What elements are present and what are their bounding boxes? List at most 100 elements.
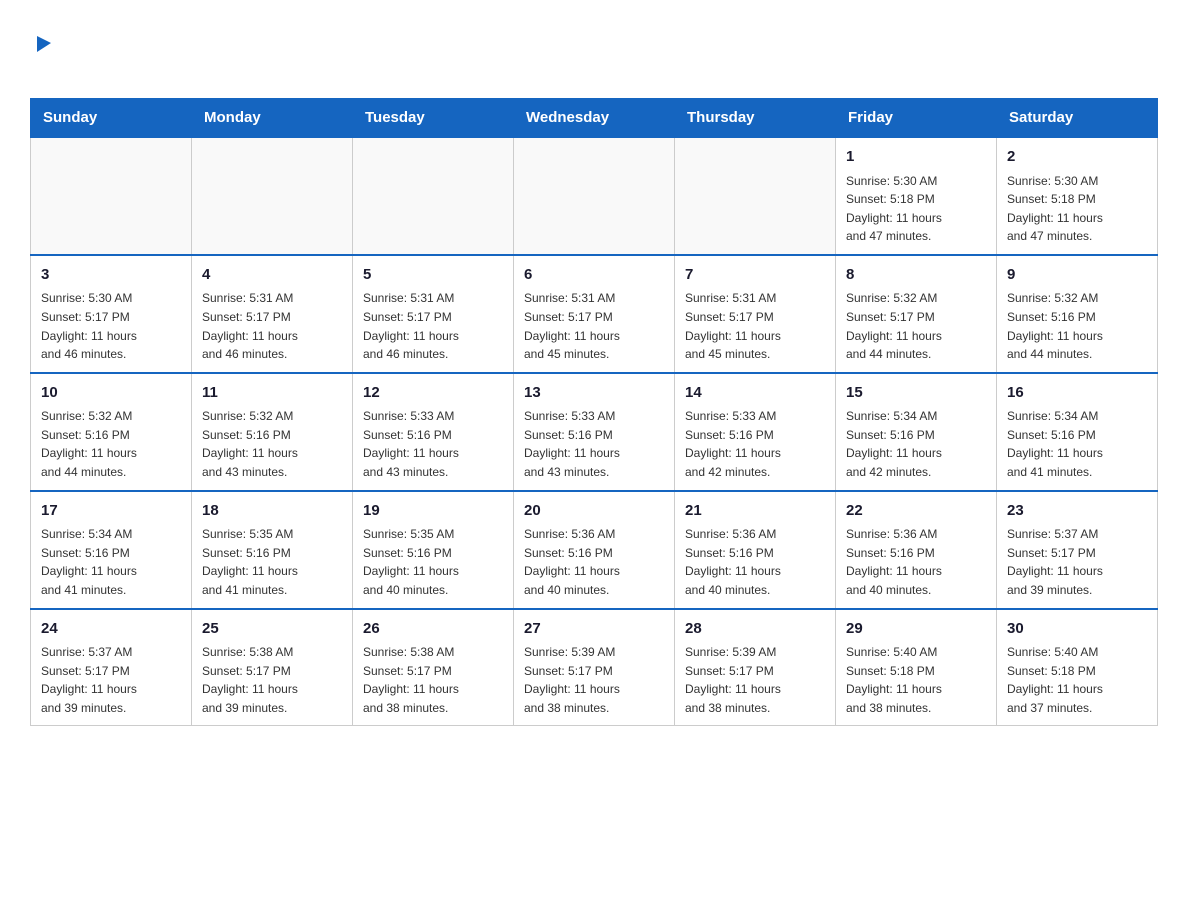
- calendar-header-tuesday: Tuesday: [353, 99, 514, 138]
- calendar-cell: 24Sunrise: 5:37 AM Sunset: 5:17 PM Dayli…: [31, 609, 192, 726]
- day-number: 27: [524, 618, 664, 641]
- calendar-week-row: 1 Sunrise: 5:30 AM Sunset: 5:18 PM Daylig…: [31, 137, 1158, 255]
- calendar-header-friday: Friday: [836, 99, 997, 138]
- day-number: 11: [202, 382, 342, 405]
- day-info: Sunrise: 5:31 AM Sunset: 5:17 PM Dayligh…: [685, 289, 825, 363]
- calendar-cell: 19Sunrise: 5:35 AM Sunset: 5:16 PM Dayli…: [353, 491, 514, 609]
- calendar-cell: [353, 137, 514, 255]
- calendar-cell: [514, 137, 675, 255]
- day-info: Sunrise: 5:38 AM Sunset: 5:17 PM Dayligh…: [202, 643, 342, 717]
- day-number: 20: [524, 500, 664, 523]
- day-number: 5: [363, 264, 503, 287]
- calendar-cell: 10Sunrise: 5:32 AM Sunset: 5:16 PM Dayli…: [31, 373, 192, 491]
- calendar-cell: 7Sunrise: 5:31 AM Sunset: 5:17 PM Daylig…: [675, 255, 836, 373]
- calendar-cell: [675, 137, 836, 255]
- calendar-week-row: 10 Sunrise: 5:32 AM Sunset: 5:16 PM Dayli…: [31, 373, 1158, 491]
- day-info: Sunrise: 5:37 AM Sunset: 5:17 PM Dayligh…: [1007, 525, 1147, 599]
- calendar-cell: 23Sunrise: 5:37 AM Sunset: 5:17 PM Dayli…: [997, 491, 1158, 609]
- calendar-cell: 15Sunrise: 5:34 AM Sunset: 5:16 PM Dayli…: [836, 373, 997, 491]
- day-info: Sunrise: 5:36 AM Sunset: 5:16 PM Dayligh…: [685, 525, 825, 599]
- calendar-cell: 28Sunrise: 5:39 AM Sunset: 5:17 PM Dayli…: [675, 609, 836, 726]
- calendar-cell: 25Sunrise: 5:38 AM Sunset: 5:17 PM Dayli…: [192, 609, 353, 726]
- calendar-table: SundayMondayTuesdayWednesdayThursdayFrid…: [30, 98, 1158, 726]
- day-info: Sunrise: 5:36 AM Sunset: 5:16 PM Dayligh…: [524, 525, 664, 599]
- calendar-cell: 4Sunrise: 5:31 AM Sunset: 5:17 PM Daylig…: [192, 255, 353, 373]
- day-number: 1: [846, 146, 986, 169]
- calendar-cell: 13Sunrise: 5:33 AM Sunset: 5:16 PM Dayli…: [514, 373, 675, 491]
- calendar-cell: 6Sunrise: 5:31 AM Sunset: 5:17 PM Daylig…: [514, 255, 675, 373]
- calendar-cell: 16Sunrise: 5:34 AM Sunset: 5:16 PM Dayli…: [997, 373, 1158, 491]
- day-number: 16: [1007, 382, 1147, 405]
- day-info: Sunrise: 5:33 AM Sunset: 5:16 PM Dayligh…: [363, 407, 503, 481]
- day-number: 2: [1007, 146, 1147, 169]
- day-number: 17: [41, 500, 181, 523]
- day-info: Sunrise: 5:31 AM Sunset: 5:17 PM Dayligh…: [202, 289, 342, 363]
- calendar-cell: 21Sunrise: 5:36 AM Sunset: 5:16 PM Dayli…: [675, 491, 836, 609]
- calendar-week-row: 17Sunrise: 5:34 AM Sunset: 5:16 PM Dayli…: [31, 491, 1158, 609]
- calendar-cell: 11Sunrise: 5:32 AM Sunset: 5:16 PM Dayli…: [192, 373, 353, 491]
- day-number: 15: [846, 382, 986, 405]
- day-number: 8: [846, 264, 986, 287]
- calendar-header-monday: Monday: [192, 99, 353, 138]
- day-info: Sunrise: 5:34 AM Sunset: 5:16 PM Dayligh…: [41, 525, 181, 599]
- calendar-cell: 14Sunrise: 5:33 AM Sunset: 5:16 PM Dayli…: [675, 373, 836, 491]
- calendar-cell: 17Sunrise: 5:34 AM Sunset: 5:16 PM Dayli…: [31, 491, 192, 609]
- day-number: 30: [1007, 618, 1147, 641]
- day-number: 21: [685, 500, 825, 523]
- day-info: Sunrise: 5:40 AM Sunset: 5:18 PM Dayligh…: [846, 643, 986, 717]
- day-number: 6: [524, 264, 664, 287]
- day-number: 28: [685, 618, 825, 641]
- calendar-header-thursday: Thursday: [675, 99, 836, 138]
- day-number: 23: [1007, 500, 1147, 523]
- calendar-cell: 1 Sunrise: 5:30 AM Sunset: 5:18 PM Daylig…: [836, 137, 997, 255]
- calendar-cell: 9Sunrise: 5:32 AM Sunset: 5:16 PM Daylig…: [997, 255, 1158, 373]
- day-number: 14: [685, 382, 825, 405]
- calendar-cell: 2 Sunrise: 5:30 AM Sunset: 5:18 PM Daylig…: [997, 137, 1158, 255]
- calendar-cell: [31, 137, 192, 255]
- calendar-cell: 8Sunrise: 5:32 AM Sunset: 5:17 PM Daylig…: [836, 255, 997, 373]
- day-number: 7: [685, 264, 825, 287]
- day-info: Sunrise: 5:30 AM Sunset: 5:17 PM Dayligh…: [41, 289, 181, 363]
- day-number: 24: [41, 618, 181, 641]
- calendar-cell: 18Sunrise: 5:35 AM Sunset: 5:16 PM Dayli…: [192, 491, 353, 609]
- day-info: Sunrise: 5:30 AM Sunset: 5:18 PM Dayligh…: [846, 172, 986, 246]
- day-number: 25: [202, 618, 342, 641]
- calendar-cell: 3Sunrise: 5:30 AM Sunset: 5:17 PM Daylig…: [31, 255, 192, 373]
- day-number: 12: [363, 382, 503, 405]
- day-info: Sunrise: 5:36 AM Sunset: 5:16 PM Dayligh…: [846, 525, 986, 599]
- day-info: Sunrise: 5:37 AM Sunset: 5:17 PM Dayligh…: [41, 643, 181, 717]
- logo: [30, 20, 62, 88]
- day-number: 19: [363, 500, 503, 523]
- calendar-week-row: 3Sunrise: 5:30 AM Sunset: 5:17 PM Daylig…: [31, 255, 1158, 373]
- day-number: 4: [202, 264, 342, 287]
- calendar-header-wednesday: Wednesday: [514, 99, 675, 138]
- day-info: Sunrise: 5:40 AM Sunset: 5:18 PM Dayligh…: [1007, 643, 1147, 717]
- calendar-cell: 30Sunrise: 5:40 AM Sunset: 5:18 PM Dayli…: [997, 609, 1158, 726]
- day-info: Sunrise: 5:34 AM Sunset: 5:16 PM Dayligh…: [846, 407, 986, 481]
- day-info: Sunrise: 5:34 AM Sunset: 5:16 PM Dayligh…: [1007, 407, 1147, 481]
- day-info: Sunrise: 5:39 AM Sunset: 5:17 PM Dayligh…: [524, 643, 664, 717]
- day-info: Sunrise: 5:31 AM Sunset: 5:17 PM Dayligh…: [363, 289, 503, 363]
- day-info: Sunrise: 5:32 AM Sunset: 5:16 PM Dayligh…: [1007, 289, 1147, 363]
- calendar-cell: 5Sunrise: 5:31 AM Sunset: 5:17 PM Daylig…: [353, 255, 514, 373]
- calendar-cell: 22Sunrise: 5:36 AM Sunset: 5:16 PM Dayli…: [836, 491, 997, 609]
- day-info: Sunrise: 5:30 AM Sunset: 5:18 PM Dayligh…: [1007, 172, 1147, 246]
- day-number: 13: [524, 382, 664, 405]
- day-number: 3: [41, 264, 181, 287]
- day-number: 22: [846, 500, 986, 523]
- calendar-header-saturday: Saturday: [997, 99, 1158, 138]
- day-info: Sunrise: 5:32 AM Sunset: 5:16 PM Dayligh…: [202, 407, 342, 481]
- calendar-cell: 12Sunrise: 5:33 AM Sunset: 5:16 PM Dayli…: [353, 373, 514, 491]
- day-info: Sunrise: 5:35 AM Sunset: 5:16 PM Dayligh…: [202, 525, 342, 599]
- day-info: Sunrise: 5:33 AM Sunset: 5:16 PM Dayligh…: [524, 407, 664, 481]
- day-number: 26: [363, 618, 503, 641]
- day-number: 10: [41, 382, 181, 405]
- calendar-cell: 27Sunrise: 5:39 AM Sunset: 5:17 PM Dayli…: [514, 609, 675, 726]
- day-info: Sunrise: 5:33 AM Sunset: 5:16 PM Dayligh…: [685, 407, 825, 481]
- page-header: [30, 20, 1158, 88]
- day-info: Sunrise: 5:39 AM Sunset: 5:17 PM Dayligh…: [685, 643, 825, 717]
- calendar-week-row: 24Sunrise: 5:37 AM Sunset: 5:17 PM Dayli…: [31, 609, 1158, 726]
- day-number: 18: [202, 500, 342, 523]
- day-info: Sunrise: 5:38 AM Sunset: 5:17 PM Dayligh…: [363, 643, 503, 717]
- calendar-cell: 20Sunrise: 5:36 AM Sunset: 5:16 PM Dayli…: [514, 491, 675, 609]
